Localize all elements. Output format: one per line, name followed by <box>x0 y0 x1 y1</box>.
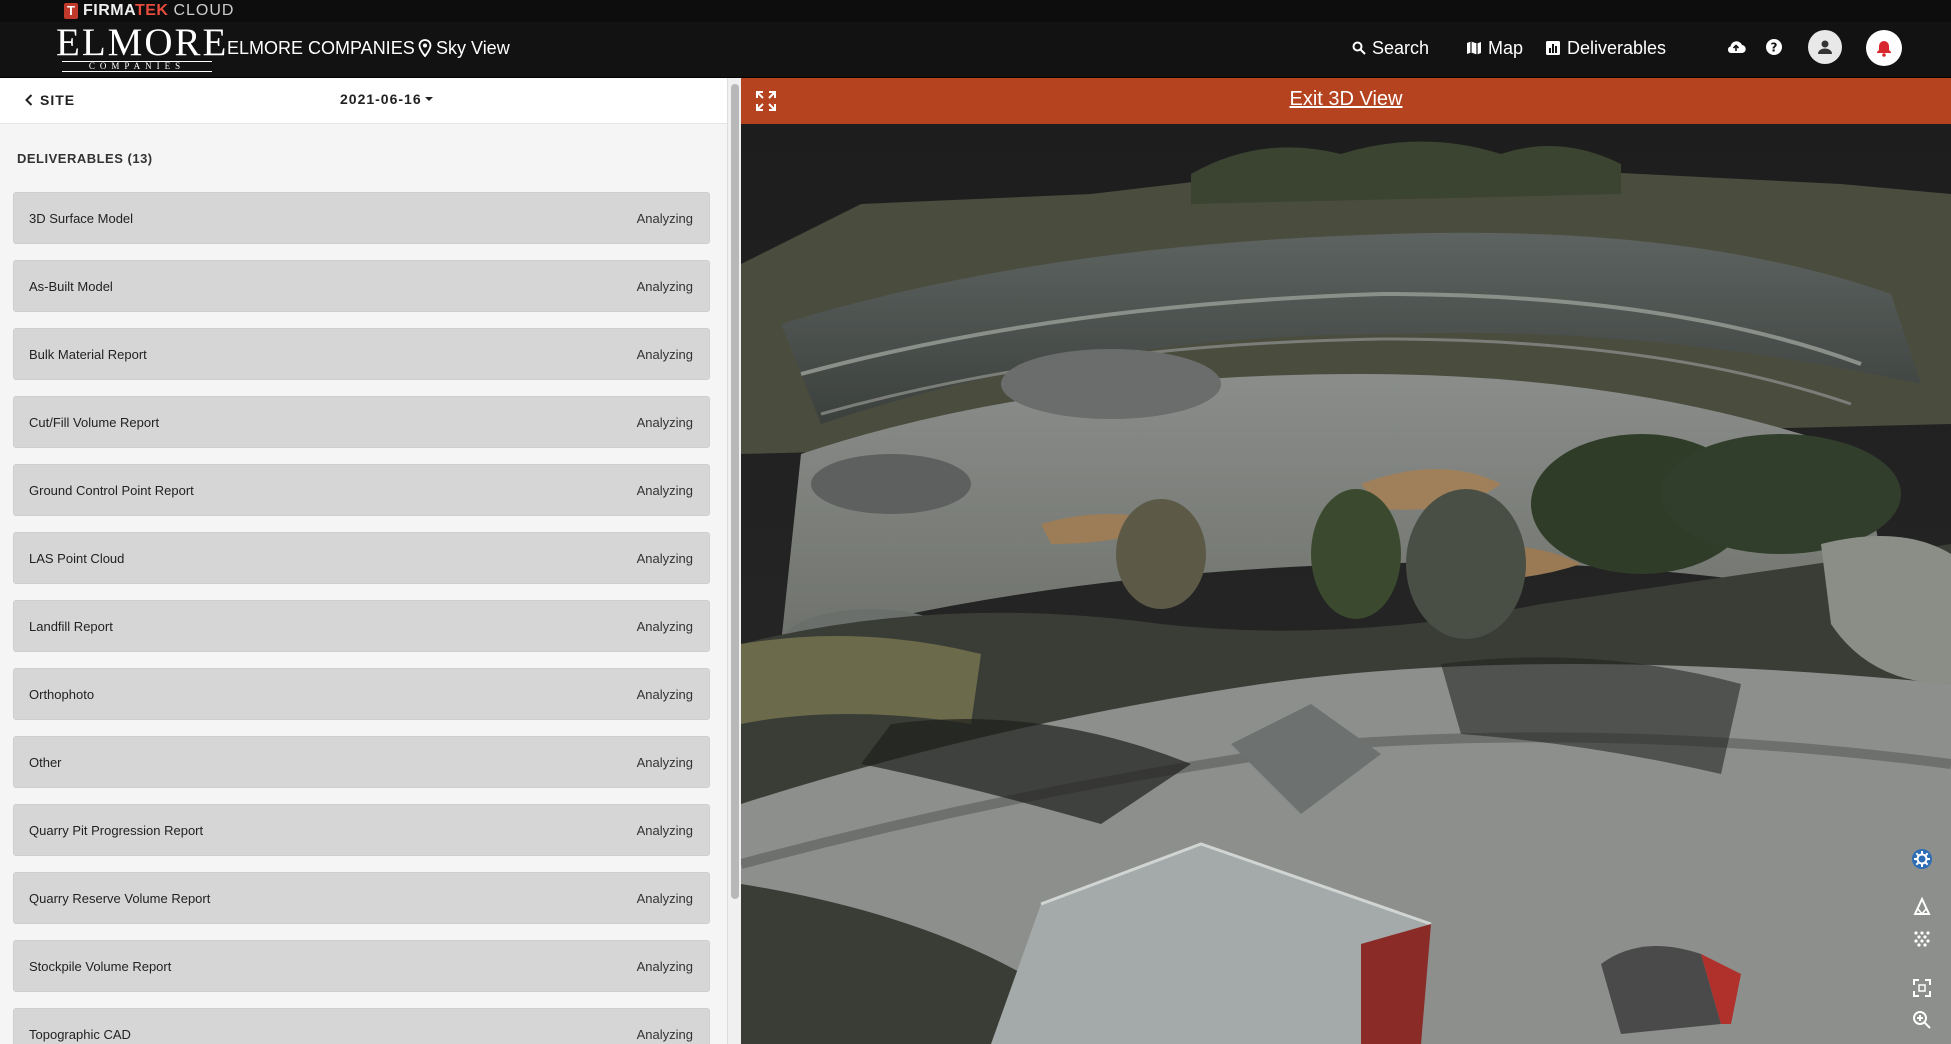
zoom-in-icon <box>1913 1011 1931 1029</box>
3d-quarry-scene[interactable] <box>741 124 1951 1044</box>
date-dropdown[interactable]: 2021-06-16 <box>340 91 433 107</box>
date-value: 2021-06-16 <box>340 91 422 107</box>
deliverable-status: Analyzing <box>636 551 693 566</box>
deliverable-status: Analyzing <box>636 279 693 294</box>
map-label: Map <box>1488 37 1524 58</box>
deliverable-status: Analyzing <box>636 415 693 430</box>
chart-icon <box>1546 41 1560 55</box>
svg-text:?: ? <box>1771 41 1778 55</box>
deliverable-row[interactable]: As-Built Model Analyzing <box>13 260 710 312</box>
panel-scrollbar[interactable] <box>727 78 741 1044</box>
search-label: Search <box>1372 37 1430 58</box>
deliverable-status: Analyzing <box>636 959 693 974</box>
elmore-logo[interactable]: ELMORE COMPANIES <box>56 21 229 72</box>
exit-3d-view-link[interactable]: Exit 3D View <box>741 88 1951 111</box>
deliverable-row[interactable]: Other Analyzing <box>13 736 710 788</box>
deliverable-row[interactable]: Cut/Fill Volume Report Analyzing <box>13 396 710 448</box>
notifications-button[interactable] <box>1866 30 1902 66</box>
deliverable-name: Other <box>29 755 62 770</box>
settings-icon <box>1912 849 1932 869</box>
header-nav: Search Map Deliverables ? <box>1352 22 1902 78</box>
deliverables-label: Deliverables <box>1567 37 1667 58</box>
pointcloud-icon <box>1914 931 1930 947</box>
pointcloud-tool-button[interactable] <box>1909 926 1935 952</box>
logo-main: ELMORE <box>56 21 229 64</box>
company-name: ELMORE COMPANIES <box>227 38 415 58</box>
search-nav-button[interactable]: Search <box>1352 36 1429 60</box>
deliverable-status: Analyzing <box>636 483 693 498</box>
deliverable-status: Analyzing <box>636 619 693 634</box>
deliverable-name: Quarry Reserve Volume Report <box>29 891 211 906</box>
deliverable-status: Analyzing <box>636 755 693 770</box>
frame-icon <box>1913 979 1931 997</box>
firmatek-wordmark: FIRMATEK <box>83 2 169 19</box>
deliverable-row[interactable]: Stockpile Volume Report Analyzing <box>13 940 710 992</box>
deliverable-name: LAS Point Cloud <box>29 551 125 566</box>
deliverable-row[interactable]: Quarry Pit Progression Report Analyzing <box>13 804 710 856</box>
deliverables-nav-button[interactable]: Deliverables <box>1545 36 1666 60</box>
scrollbar-thumb[interactable] <box>731 84 739 899</box>
bell-icon <box>1877 41 1891 57</box>
sky-view-link[interactable]: Sky View <box>418 36 510 60</box>
help-icon: ? <box>1766 39 1782 55</box>
help-button[interactable]: ? <box>1759 32 1789 62</box>
user-avatar-button[interactable] <box>1808 30 1842 64</box>
deliverable-status: Analyzing <box>636 823 693 838</box>
deliverable-row[interactable]: Quarry Reserve Volume Report Analyzing <box>13 872 710 924</box>
chevron-left-icon <box>25 94 33 106</box>
deliverable-row[interactable]: Topographic CAD Analyzing <box>13 1008 710 1044</box>
user-icon <box>1818 40 1832 54</box>
deliverable-row[interactable]: Bulk Material Report Analyzing <box>13 328 710 380</box>
deliverable-row[interactable]: Orthophoto Analyzing <box>13 668 710 720</box>
deliverable-name: Cut/Fill Volume Report <box>29 415 160 430</box>
section-title: DELIVERABLES (13) <box>17 151 153 166</box>
upload-button[interactable] <box>1721 32 1751 62</box>
map-icon <box>1467 41 1481 55</box>
deliverable-name: Ground Control Point Report <box>29 483 194 498</box>
cloud-upload-icon <box>1727 41 1746 54</box>
deliverable-name: As-Built Model <box>29 279 113 294</box>
brand-strip: T FIRMATEK CLOUD <box>0 0 1951 22</box>
deliverable-name: Topographic CAD <box>29 1027 131 1042</box>
deliverable-row[interactable]: Landfill Report Analyzing <box>13 600 710 652</box>
deliverable-row[interactable]: Ground Control Point Report Analyzing <box>13 464 710 516</box>
frame-view-button[interactable] <box>1909 975 1935 1001</box>
deliverable-row[interactable]: LAS Point Cloud Analyzing <box>13 532 710 584</box>
deliverable-name: 3D Surface Model <box>29 211 134 226</box>
deliverable-name: Stockpile Volume Report <box>29 959 172 974</box>
deliverable-name: Bulk Material Report <box>29 347 147 362</box>
deliverable-name: Landfill Report <box>29 619 113 634</box>
3d-viewer[interactable]: Exit 3D View <box>741 78 1951 1044</box>
map-nav-button[interactable]: Map <box>1466 36 1523 60</box>
back-label: SITE <box>40 92 76 108</box>
firmatek-logo[interactable]: T FIRMATEK CLOUD <box>64 1 234 21</box>
firmatek-cloud-label: CLOUD <box>173 2 235 19</box>
deliverable-status: Analyzing <box>636 347 693 362</box>
deliverable-status: Analyzing <box>636 687 693 702</box>
firmatek-mark: T <box>64 3 78 19</box>
deliverables-list: 3D Surface Model Analyzing As-Built Model A… <box>13 192 710 1044</box>
location-pin-icon <box>418 39 432 57</box>
deliverable-name: Quarry Pit Progression Report <box>29 823 204 838</box>
deliverable-name: Orthophoto <box>29 687 95 702</box>
terrain-icon <box>1913 897 1931 916</box>
deliverable-status: Analyzing <box>636 1027 693 1042</box>
panel-topbar: SITE 2021-06-16 <box>0 78 727 124</box>
deliverable-status: Analyzing <box>636 891 693 906</box>
deliverable-row[interactable]: 3D Surface Model Analyzing <box>13 192 710 244</box>
viewer-settings-button[interactable] <box>1909 846 1935 872</box>
exit-3d-bar: Exit 3D View <box>741 78 1951 124</box>
deliverable-status: Analyzing <box>636 211 693 226</box>
search-icon <box>1352 41 1366 55</box>
zoom-in-button[interactable] <box>1909 1007 1935 1033</box>
caret-down-icon <box>424 97 433 101</box>
deliverables-panel: SITE 2021-06-16 DELIVERABLES (13) 3D Sur… <box>0 78 741 1044</box>
terrain-tool-button[interactable] <box>1909 894 1935 920</box>
back-to-site-link[interactable]: SITE <box>24 92 75 108</box>
sky-view-label: Sky View <box>436 37 510 58</box>
